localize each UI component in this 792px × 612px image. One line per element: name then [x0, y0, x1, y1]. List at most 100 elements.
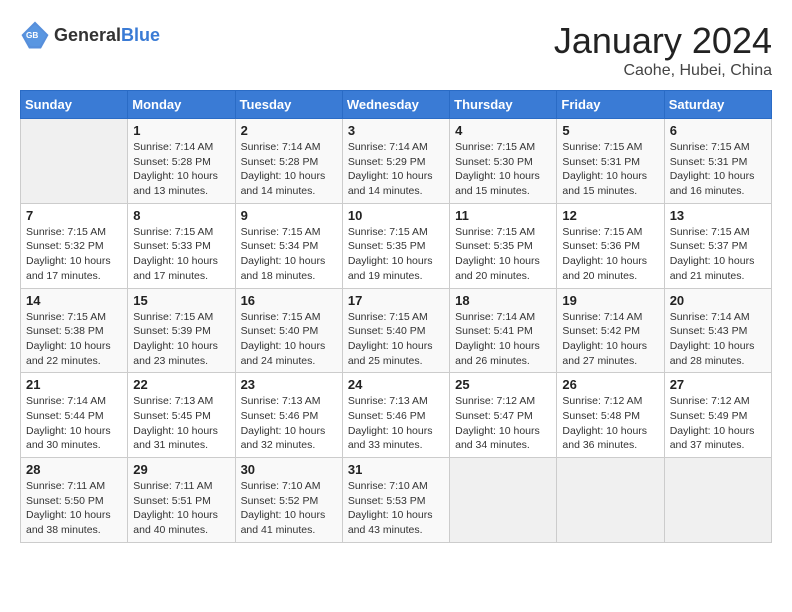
calendar-cell [557, 458, 664, 543]
calendar-cell [21, 119, 128, 204]
day-number: 23 [241, 377, 337, 392]
day-number: 26 [562, 377, 658, 392]
calendar-cell: 26Sunrise: 7:12 AMSunset: 5:48 PMDayligh… [557, 373, 664, 458]
day-number: 17 [348, 293, 444, 308]
day-number: 7 [26, 208, 122, 223]
cell-content: Sunrise: 7:14 AMSunset: 5:41 PMDaylight:… [455, 310, 551, 369]
cell-content: Sunrise: 7:15 AMSunset: 5:33 PMDaylight:… [133, 225, 229, 284]
weekday-header-friday: Friday [557, 91, 664, 119]
cell-content: Sunrise: 7:15 AMSunset: 5:36 PMDaylight:… [562, 225, 658, 284]
day-number: 6 [670, 123, 766, 138]
cell-content: Sunrise: 7:10 AMSunset: 5:52 PMDaylight:… [241, 479, 337, 538]
cell-content: Sunrise: 7:15 AMSunset: 5:40 PMDaylight:… [241, 310, 337, 369]
calendar-cell [450, 458, 557, 543]
calendar-cell: 24Sunrise: 7:13 AMSunset: 5:46 PMDayligh… [342, 373, 449, 458]
calendar-cell: 31Sunrise: 7:10 AMSunset: 5:53 PMDayligh… [342, 458, 449, 543]
calendar-cell: 13Sunrise: 7:15 AMSunset: 5:37 PMDayligh… [664, 203, 771, 288]
calendar-cell: 16 Sunrise: 7:15 AMSunset: 5:40 PMDayligh… [235, 288, 342, 373]
logo-general: General [54, 25, 121, 45]
cell-content: Sunrise: 7:13 AMSunset: 5:46 PMDaylight:… [241, 394, 337, 453]
day-number: 24 [348, 377, 444, 392]
day-number: 18 [455, 293, 551, 308]
day-number: 14 [26, 293, 122, 308]
svg-text:GB: GB [26, 31, 38, 40]
calendar-cell: 6 Sunrise: 7:15 AMSunset: 5:31 PMDaylight… [664, 119, 771, 204]
cell-content: Sunrise: 7:14 AMSunset: 5:28 PMDaylight:… [133, 140, 229, 199]
cell-content: Sunrise: 7:15 AMSunset: 5:35 PMDaylight:… [455, 225, 551, 284]
logo-blue: Blue [121, 25, 160, 45]
calendar-cell: 14 Sunrise: 7:15 AMSunset: 5:38 PMDayligh… [21, 288, 128, 373]
cell-content: Sunrise: 7:15 AMSunset: 5:31 PMDaylight:… [562, 140, 658, 199]
weekday-header-monday: Monday [128, 91, 235, 119]
calendar-cell: 10Sunrise: 7:15 AMSunset: 5:35 PMDayligh… [342, 203, 449, 288]
calendar-cell: 4 Sunrise: 7:15 AMSunset: 5:30 PMDaylight… [450, 119, 557, 204]
calendar-cell: 18 Sunrise: 7:14 AMSunset: 5:41 PMDayligh… [450, 288, 557, 373]
calendar-cell: 1 Sunrise: 7:14 AMSunset: 5:28 PMDaylight… [128, 119, 235, 204]
month-year-title: January 2024 [554, 20, 772, 62]
cell-content: Sunrise: 7:11 AMSunset: 5:51 PMDaylight:… [133, 479, 229, 538]
day-number: 9 [241, 208, 337, 223]
day-number: 4 [455, 123, 551, 138]
calendar-cell: 3 Sunrise: 7:14 AMSunset: 5:29 PMDaylight… [342, 119, 449, 204]
title-block: January 2024 Caohe, Hubei, China [554, 20, 772, 80]
calendar-cell: 5 Sunrise: 7:15 AMSunset: 5:31 PMDaylight… [557, 119, 664, 204]
calendar-week-row: 21 Sunrise: 7:14 AMSunset: 5:44 PMDayligh… [21, 373, 772, 458]
logo: GB GeneralBlue [20, 20, 160, 50]
day-number: 2 [241, 123, 337, 138]
cell-content: Sunrise: 7:14 AMSunset: 5:44 PMDaylight:… [26, 394, 122, 453]
calendar-cell: 29 Sunrise: 7:11 AMSunset: 5:51 PMDayligh… [128, 458, 235, 543]
day-number: 30 [241, 462, 337, 477]
cell-content: Sunrise: 7:12 AMSunset: 5:49 PMDaylight:… [670, 394, 766, 453]
calendar-cell [664, 458, 771, 543]
cell-content: Sunrise: 7:15 AMSunset: 5:35 PMDaylight:… [348, 225, 444, 284]
day-number: 25 [455, 377, 551, 392]
calendar-cell: 19 Sunrise: 7:14 AMSunset: 5:42 PMDayligh… [557, 288, 664, 373]
calendar-cell: 21 Sunrise: 7:14 AMSunset: 5:44 PMDayligh… [21, 373, 128, 458]
cell-content: Sunrise: 7:11 AMSunset: 5:50 PMDaylight:… [26, 479, 122, 538]
calendar-cell: 8 Sunrise: 7:15 AMSunset: 5:33 PMDaylight… [128, 203, 235, 288]
logo-text: GeneralBlue [54, 25, 160, 46]
cell-content: Sunrise: 7:14 AMSunset: 5:29 PMDaylight:… [348, 140, 444, 199]
calendar-cell: 15Sunrise: 7:15 AMSunset: 5:39 PMDayligh… [128, 288, 235, 373]
calendar-cell: 30 Sunrise: 7:10 AMSunset: 5:52 PMDayligh… [235, 458, 342, 543]
day-number: 22 [133, 377, 229, 392]
calendar-cell: 23 Sunrise: 7:13 AMSunset: 5:46 PMDayligh… [235, 373, 342, 458]
day-number: 15 [133, 293, 229, 308]
day-number: 19 [562, 293, 658, 308]
cell-content: Sunrise: 7:13 AMSunset: 5:45 PMDaylight:… [133, 394, 229, 453]
cell-content: Sunrise: 7:14 AMSunset: 5:42 PMDaylight:… [562, 310, 658, 369]
calendar-week-row: 1 Sunrise: 7:14 AMSunset: 5:28 PMDaylight… [21, 119, 772, 204]
day-number: 8 [133, 208, 229, 223]
cell-content: Sunrise: 7:15 AMSunset: 5:31 PMDaylight:… [670, 140, 766, 199]
weekday-header-saturday: Saturday [664, 91, 771, 119]
logo-icon: GB [20, 20, 50, 50]
day-number: 5 [562, 123, 658, 138]
location-label: Caohe, Hubei, China [554, 62, 772, 80]
day-number: 16 [241, 293, 337, 308]
cell-content: Sunrise: 7:15 AMSunset: 5:34 PMDaylight:… [241, 225, 337, 284]
calendar-week-row: 7 Sunrise: 7:15 AMSunset: 5:32 PMDaylight… [21, 203, 772, 288]
weekday-header-thursday: Thursday [450, 91, 557, 119]
calendar-cell: 22 Sunrise: 7:13 AMSunset: 5:45 PMDayligh… [128, 373, 235, 458]
day-number: 12 [562, 208, 658, 223]
day-number: 3 [348, 123, 444, 138]
cell-content: Sunrise: 7:14 AMSunset: 5:43 PMDaylight:… [670, 310, 766, 369]
day-number: 29 [133, 462, 229, 477]
calendar-cell: 25 Sunrise: 7:12 AMSunset: 5:47 PMDayligh… [450, 373, 557, 458]
cell-content: Sunrise: 7:15 AMSunset: 5:37 PMDaylight:… [670, 225, 766, 284]
day-number: 1 [133, 123, 229, 138]
day-number: 28 [26, 462, 122, 477]
cell-content: Sunrise: 7:15 AMSunset: 5:38 PMDaylight:… [26, 310, 122, 369]
weekday-header-wednesday: Wednesday [342, 91, 449, 119]
calendar-cell: 28 Sunrise: 7:11 AMSunset: 5:50 PMDayligh… [21, 458, 128, 543]
page-header: GB GeneralBlue January 2024 Caohe, Hubei… [20, 20, 772, 80]
calendar-cell: 12 Sunrise: 7:15 AMSunset: 5:36 PMDayligh… [557, 203, 664, 288]
cell-content: Sunrise: 7:15 AMSunset: 5:30 PMDaylight:… [455, 140, 551, 199]
calendar-cell: 2Sunrise: 7:14 AMSunset: 5:28 PMDaylight… [235, 119, 342, 204]
day-number: 20 [670, 293, 766, 308]
calendar-week-row: 14 Sunrise: 7:15 AMSunset: 5:38 PMDayligh… [21, 288, 772, 373]
calendar-table: SundayMondayTuesdayWednesdayThursdayFrid… [20, 90, 772, 543]
cell-content: Sunrise: 7:15 AMSunset: 5:32 PMDaylight:… [26, 225, 122, 284]
day-number: 21 [26, 377, 122, 392]
cell-content: Sunrise: 7:12 AMSunset: 5:47 PMDaylight:… [455, 394, 551, 453]
